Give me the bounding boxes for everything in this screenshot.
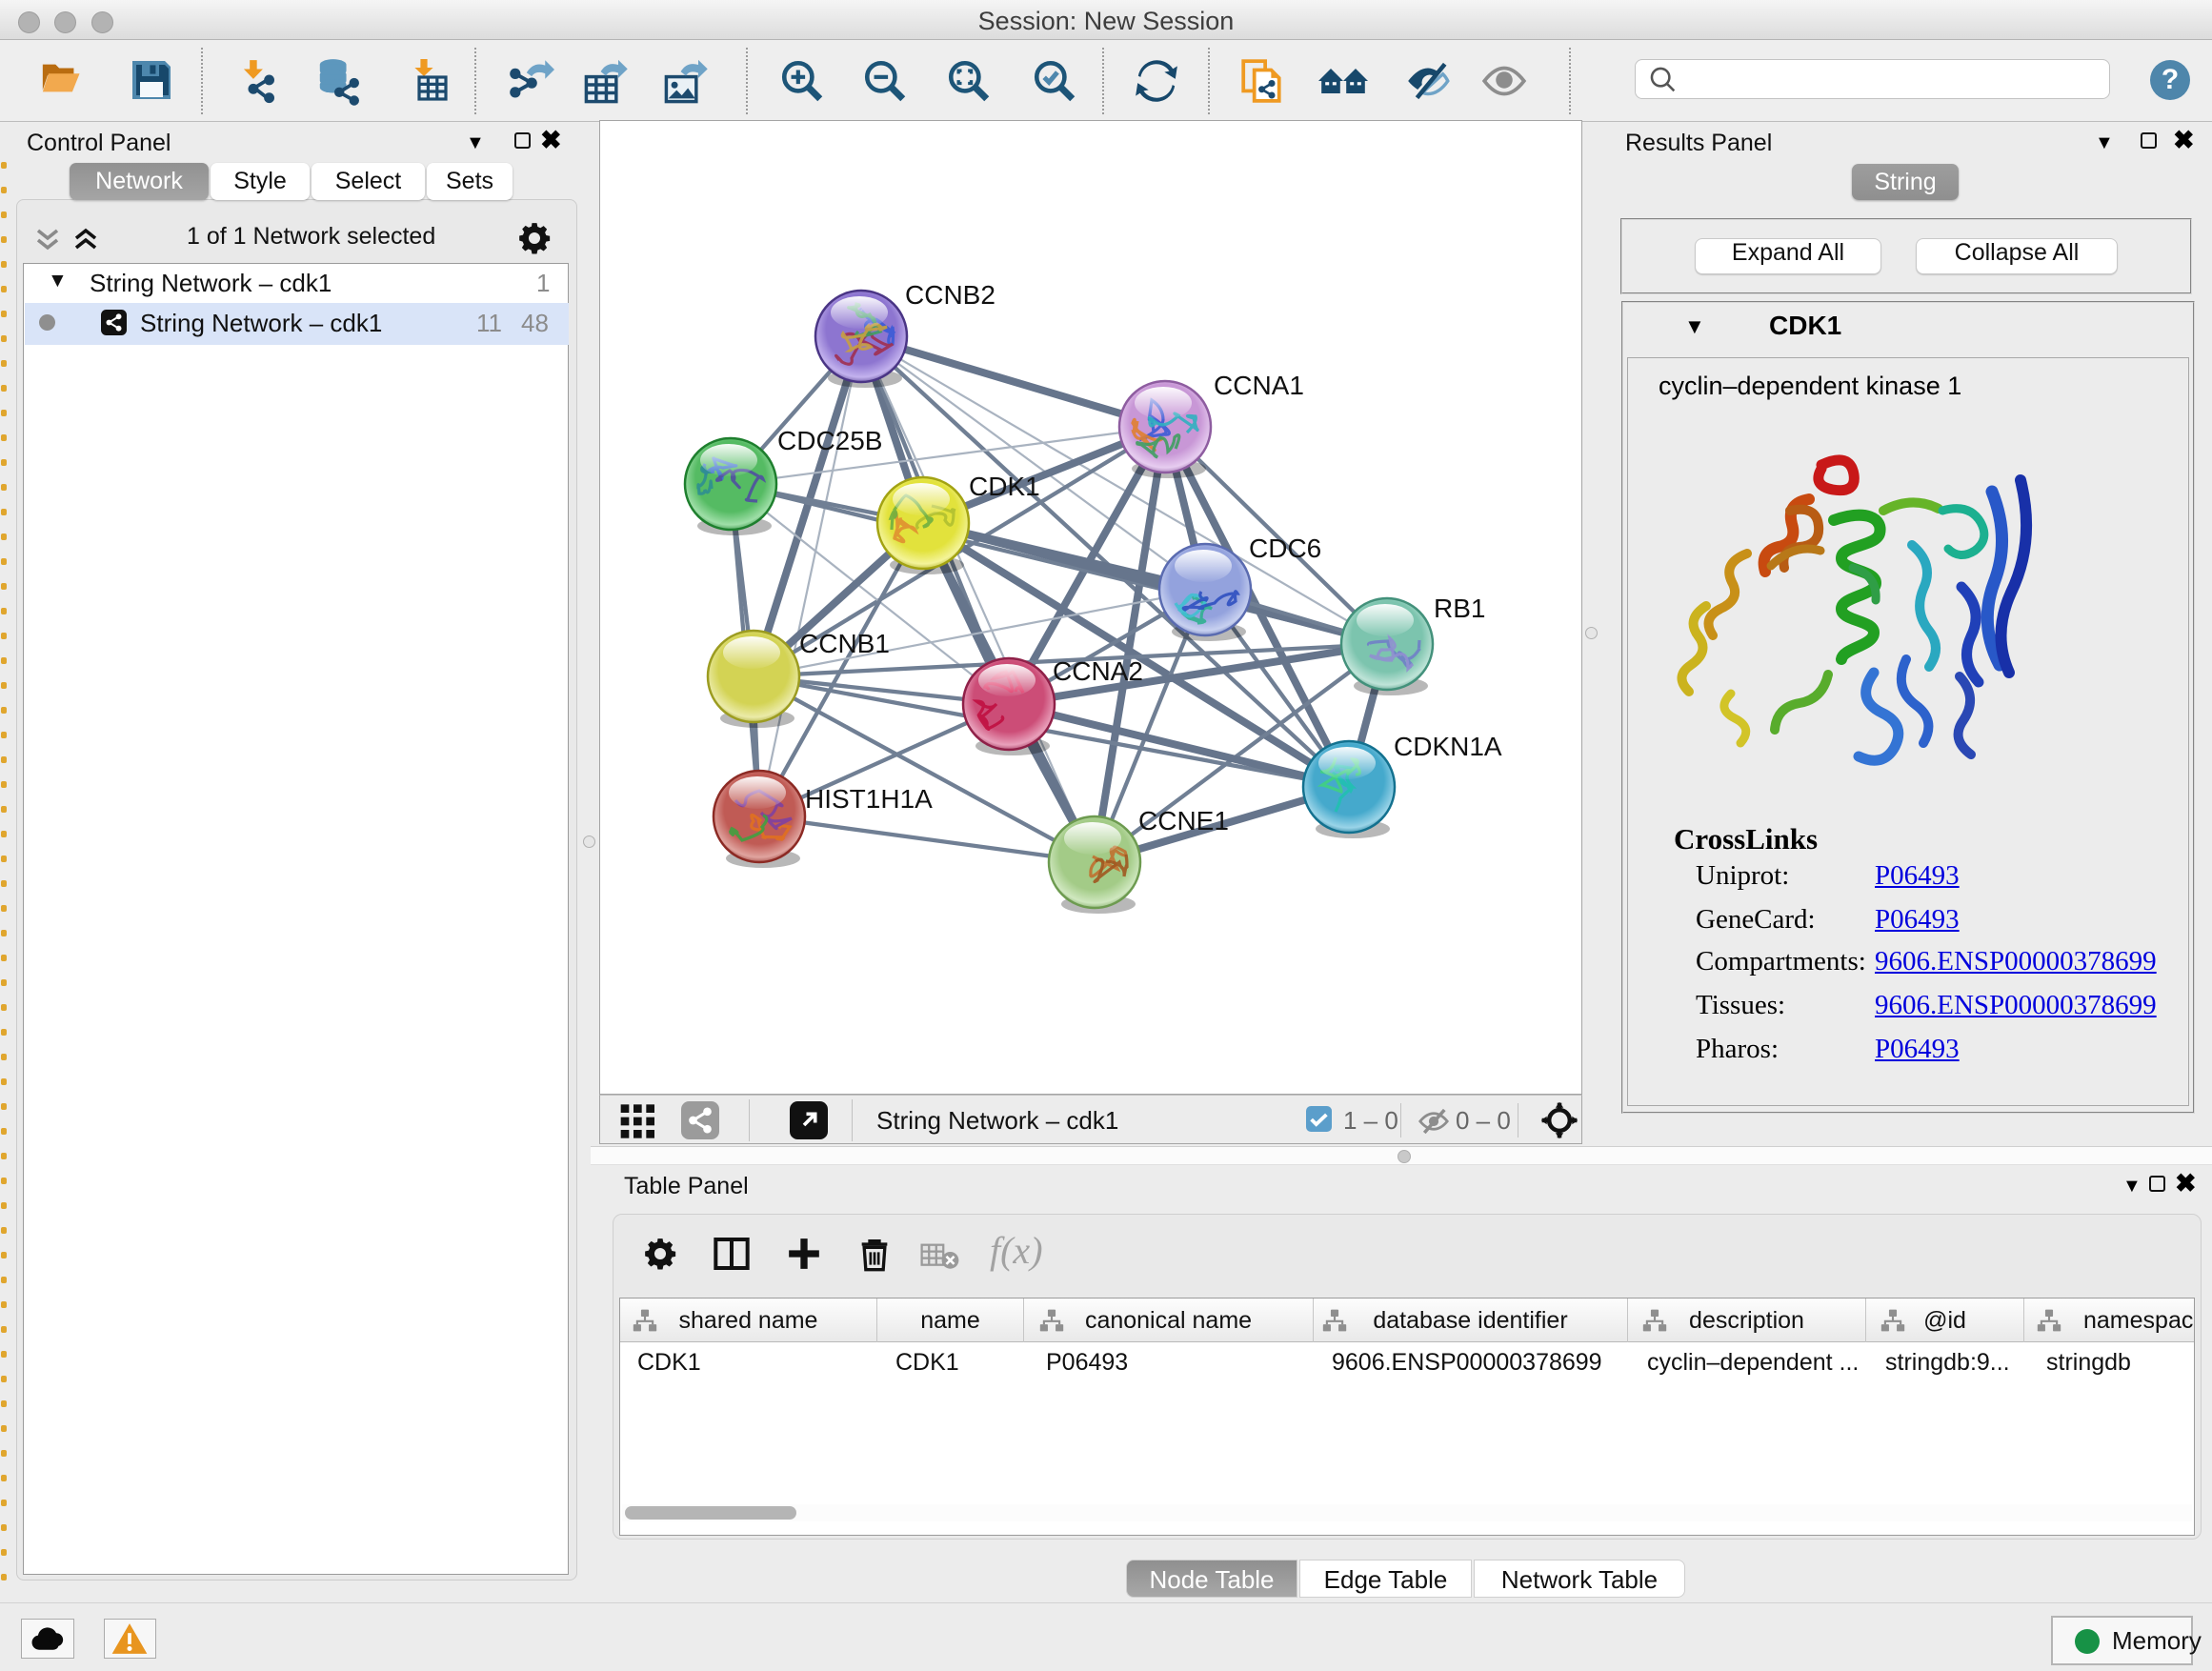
- svg-text:CDKN1A: CDKN1A: [1394, 732, 1502, 761]
- svg-text:CCNE1: CCNE1: [1138, 806, 1229, 836]
- svg-text:HIST1H1A: HIST1H1A: [805, 784, 933, 814]
- svg-text:CCNA1: CCNA1: [1214, 371, 1304, 400]
- svg-text:CDK1: CDK1: [969, 472, 1040, 501]
- svg-text:CDC25B: CDC25B: [777, 426, 882, 455]
- svg-text:CCNB1: CCNB1: [799, 629, 890, 658]
- svg-text:RB1: RB1: [1434, 594, 1485, 623]
- svg-text:CCNB2: CCNB2: [905, 280, 995, 310]
- svg-text:CCNA2: CCNA2: [1053, 656, 1143, 686]
- svg-text:CDC6: CDC6: [1249, 534, 1321, 563]
